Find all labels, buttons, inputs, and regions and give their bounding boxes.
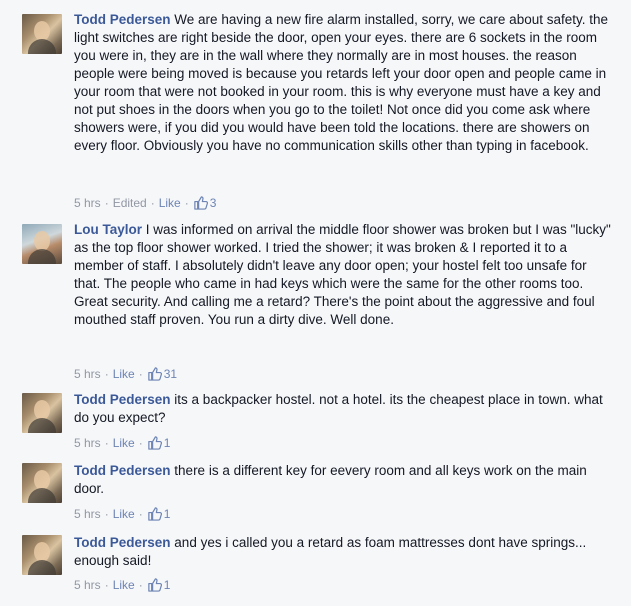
thumbs-up-icon[interactable] bbox=[147, 506, 162, 521]
comment-author-link[interactable]: Todd Pedersen bbox=[74, 535, 171, 550]
thumbs-up-icon[interactable] bbox=[193, 195, 208, 210]
thumbs-up-icon[interactable] bbox=[147, 366, 162, 381]
avatar[interactable] bbox=[22, 224, 62, 264]
like-count[interactable]: 1 bbox=[164, 436, 171, 450]
comment-body: Todd Pedersen there is a different key f… bbox=[74, 462, 614, 498]
comment-meta: 5 hrs · Like · 1 bbox=[74, 506, 171, 521]
comment-author-link[interactable]: Todd Pedersen bbox=[74, 392, 171, 407]
like-button[interactable]: Like bbox=[113, 507, 135, 521]
comment-author-link[interactable]: Lou Taylor bbox=[74, 222, 142, 237]
like-count[interactable]: 1 bbox=[164, 578, 171, 592]
comment-body: Todd Pedersen We are having a new fire a… bbox=[74, 11, 614, 155]
like-button[interactable]: Like bbox=[159, 196, 181, 210]
comment-text: We are having a new fire alarm installed… bbox=[74, 12, 609, 153]
like-button[interactable]: Like bbox=[113, 578, 135, 592]
like-button[interactable]: Like bbox=[113, 367, 135, 381]
comment-time[interactable]: 5 hrs bbox=[74, 196, 101, 210]
thumbs-up-icon[interactable] bbox=[147, 435, 162, 450]
avatar[interactable] bbox=[22, 393, 62, 433]
avatar[interactable] bbox=[22, 463, 62, 503]
comment-time[interactable]: 5 hrs bbox=[74, 507, 101, 521]
comment-author-link[interactable]: Todd Pedersen bbox=[74, 12, 171, 27]
like-count[interactable]: 31 bbox=[164, 367, 177, 381]
avatar[interactable] bbox=[22, 14, 62, 54]
comment-meta: 5 hrs · Like · 1 bbox=[74, 435, 171, 450]
thumbs-up-icon[interactable] bbox=[147, 577, 162, 592]
comment-time[interactable]: 5 hrs bbox=[74, 578, 101, 592]
comment-text: I was informed on arrival the middle flo… bbox=[74, 222, 611, 327]
comment-body: Todd Pedersen its a backpacker hostel. n… bbox=[74, 391, 614, 427]
avatar[interactable] bbox=[22, 535, 62, 575]
like-button[interactable]: Like bbox=[113, 436, 135, 450]
comment-body: Lou Taylor I was informed on arrival the… bbox=[74, 221, 614, 329]
comment-time[interactable]: 5 hrs bbox=[74, 436, 101, 450]
comment-meta: 5 hrs · Like · 1 bbox=[74, 577, 171, 592]
comment-author-link[interactable]: Todd Pedersen bbox=[74, 463, 171, 478]
comment-meta: 5 hrs · Edited · Like · 3 bbox=[74, 195, 217, 210]
like-count[interactable]: 3 bbox=[210, 196, 217, 210]
edited-label[interactable]: Edited bbox=[113, 196, 147, 210]
like-count[interactable]: 1 bbox=[164, 507, 171, 521]
comment-time[interactable]: 5 hrs bbox=[74, 367, 101, 381]
comment-body: Todd Pedersen and yes i called you a ret… bbox=[74, 534, 614, 570]
comment-meta: 5 hrs · Like · 31 bbox=[74, 366, 178, 381]
